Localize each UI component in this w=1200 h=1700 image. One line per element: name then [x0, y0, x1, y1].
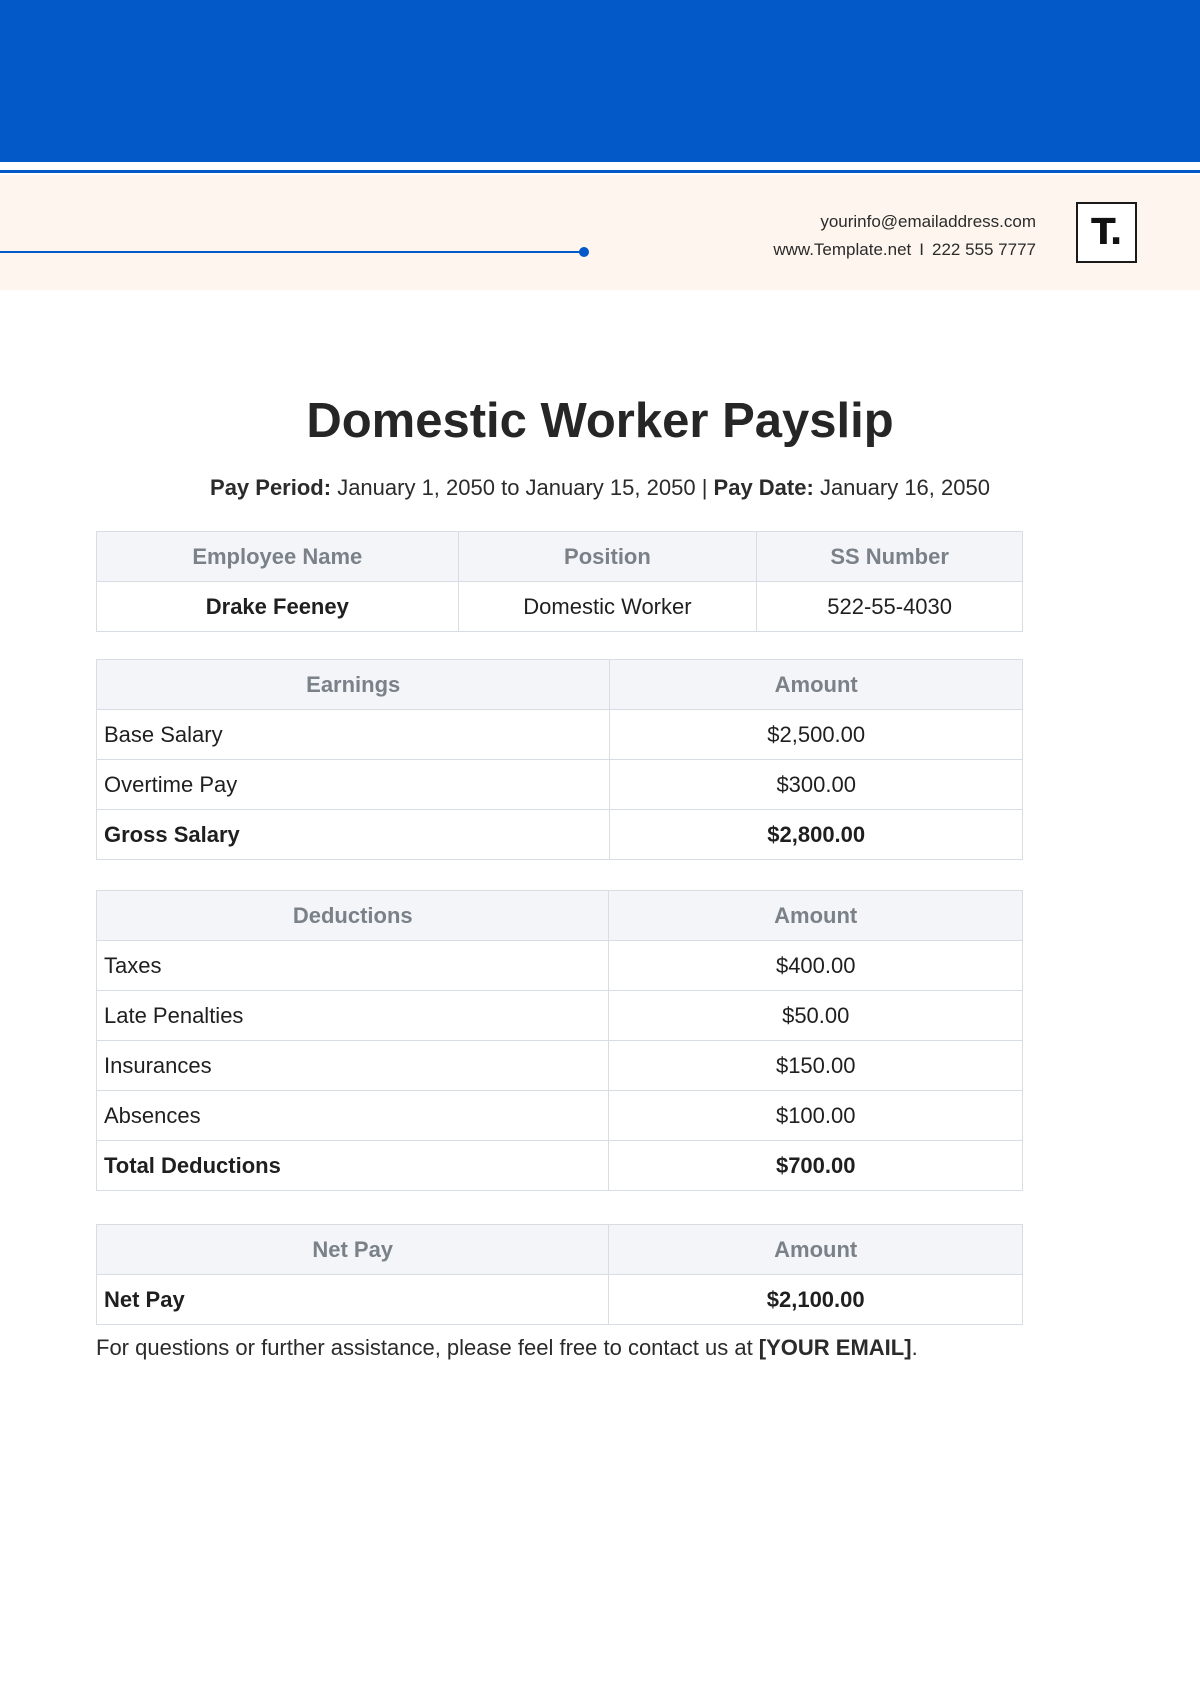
- earning-amount: $2,500.00: [609, 709, 1023, 760]
- template-logo: T.: [1076, 202, 1137, 263]
- total-deductions-amount: $700.00: [608, 1140, 1023, 1191]
- table-header-row: Employee Name Position SS Number: [96, 531, 1023, 582]
- table-header-row: Net Pay Amount: [95, 1224, 1023, 1275]
- total-deductions-label: Total Deductions: [95, 1140, 610, 1191]
- employee-name: Drake Feeney: [96, 581, 459, 632]
- deduction-label: Insurances: [95, 1040, 610, 1091]
- table-row: Absences $100.00: [95, 1090, 1023, 1141]
- column-header: SS Number: [756, 531, 1023, 582]
- footer-text: For questions or further assistance, ple…: [96, 1335, 759, 1360]
- deduction-label: Absences: [95, 1090, 610, 1141]
- contact-info: yourinfo@emailaddress.com www.Template.n…: [773, 208, 1036, 264]
- deduction-amount: $50.00: [608, 990, 1023, 1041]
- earning-amount: $300.00: [609, 759, 1023, 810]
- contact-web-phone: www.Template.net I 222 555 7777: [773, 236, 1036, 264]
- pay-line-divider: |: [701, 475, 708, 500]
- deductions-table: Deductions Amount Taxes $400.00 Late Pen…: [95, 890, 1023, 1191]
- pay-period-label: Pay Period:: [210, 475, 332, 500]
- earnings-table: Earnings Amount Base Salary $2,500.00 Ov…: [95, 659, 1023, 860]
- pay-date-value: January 16, 2050: [819, 475, 990, 500]
- header-divider: [0, 170, 1200, 173]
- contact-email[interactable]: yourinfo@emailaddress.com: [773, 208, 1036, 236]
- net-pay-amount: $2,100.00: [608, 1274, 1023, 1325]
- table-total-row: Total Deductions $700.00: [95, 1140, 1023, 1191]
- netpay-table: Net Pay Amount Net Pay $2,100.00: [95, 1224, 1023, 1325]
- deduction-amount: $400.00: [608, 940, 1023, 991]
- table-total-row: Net Pay $2,100.00: [95, 1274, 1023, 1325]
- earning-label: Overtime Pay: [95, 759, 611, 810]
- table-row: Drake Feeney Domestic Worker 522-55-4030: [96, 581, 1023, 632]
- column-header: Amount: [608, 1224, 1023, 1275]
- footer-note: For questions or further assistance, ple…: [96, 1332, 918, 1364]
- net-pay-label: Net Pay: [95, 1274, 610, 1325]
- header-banner: [0, 0, 1200, 162]
- column-header: Earnings: [95, 659, 611, 710]
- table-total-row: Gross Salary $2,800.00: [95, 809, 1023, 860]
- column-header: Deductions: [95, 890, 610, 941]
- pay-period-value: January 1, 2050 to January 15, 2050: [337, 475, 696, 500]
- table-row: Base Salary $2,500.00: [95, 709, 1023, 760]
- employee-table: Employee Name Position SS Number Drake F…: [96, 531, 1023, 632]
- page-title: Domestic Worker Payslip: [306, 394, 894, 448]
- employee-position: Domestic Worker: [457, 581, 758, 632]
- table-row: Insurances $150.00: [95, 1040, 1023, 1091]
- table-row: Taxes $400.00: [95, 940, 1023, 991]
- accent-dot: [579, 247, 589, 257]
- column-header: Position: [457, 531, 758, 582]
- deduction-label: Taxes: [95, 940, 610, 991]
- gross-salary-label: Gross Salary: [95, 809, 611, 860]
- employee-ss-number: 522-55-4030: [756, 581, 1023, 632]
- contact-website[interactable]: www.Template.net: [773, 240, 911, 259]
- earning-label: Base Salary: [95, 709, 611, 760]
- gross-salary-amount: $2,800.00: [609, 809, 1023, 860]
- deduction-amount: $100.00: [608, 1090, 1023, 1141]
- table-header-row: Deductions Amount: [95, 890, 1023, 941]
- deduction-label: Late Penalties: [95, 990, 610, 1041]
- accent-line: [0, 251, 582, 253]
- footer-email-placeholder: [YOUR EMAIL]: [758, 1335, 912, 1360]
- contact-separator: I: [919, 240, 924, 259]
- column-header: Net Pay: [95, 1224, 610, 1275]
- column-header: Amount: [609, 659, 1023, 710]
- pay-period-line: Pay Period: January 1, 2050 to January 1…: [0, 472, 1200, 504]
- deduction-amount: $150.00: [608, 1040, 1023, 1091]
- table-row: Overtime Pay $300.00: [95, 759, 1023, 810]
- pay-date-label: Pay Date:: [713, 475, 814, 500]
- column-header: Amount: [608, 890, 1023, 941]
- table-row: Late Penalties $50.00: [95, 990, 1023, 1041]
- contact-phone: 222 555 7777: [932, 240, 1036, 259]
- footer-end: .: [911, 1335, 918, 1360]
- table-header-row: Earnings Amount: [95, 659, 1023, 710]
- column-header: Employee Name: [96, 531, 459, 582]
